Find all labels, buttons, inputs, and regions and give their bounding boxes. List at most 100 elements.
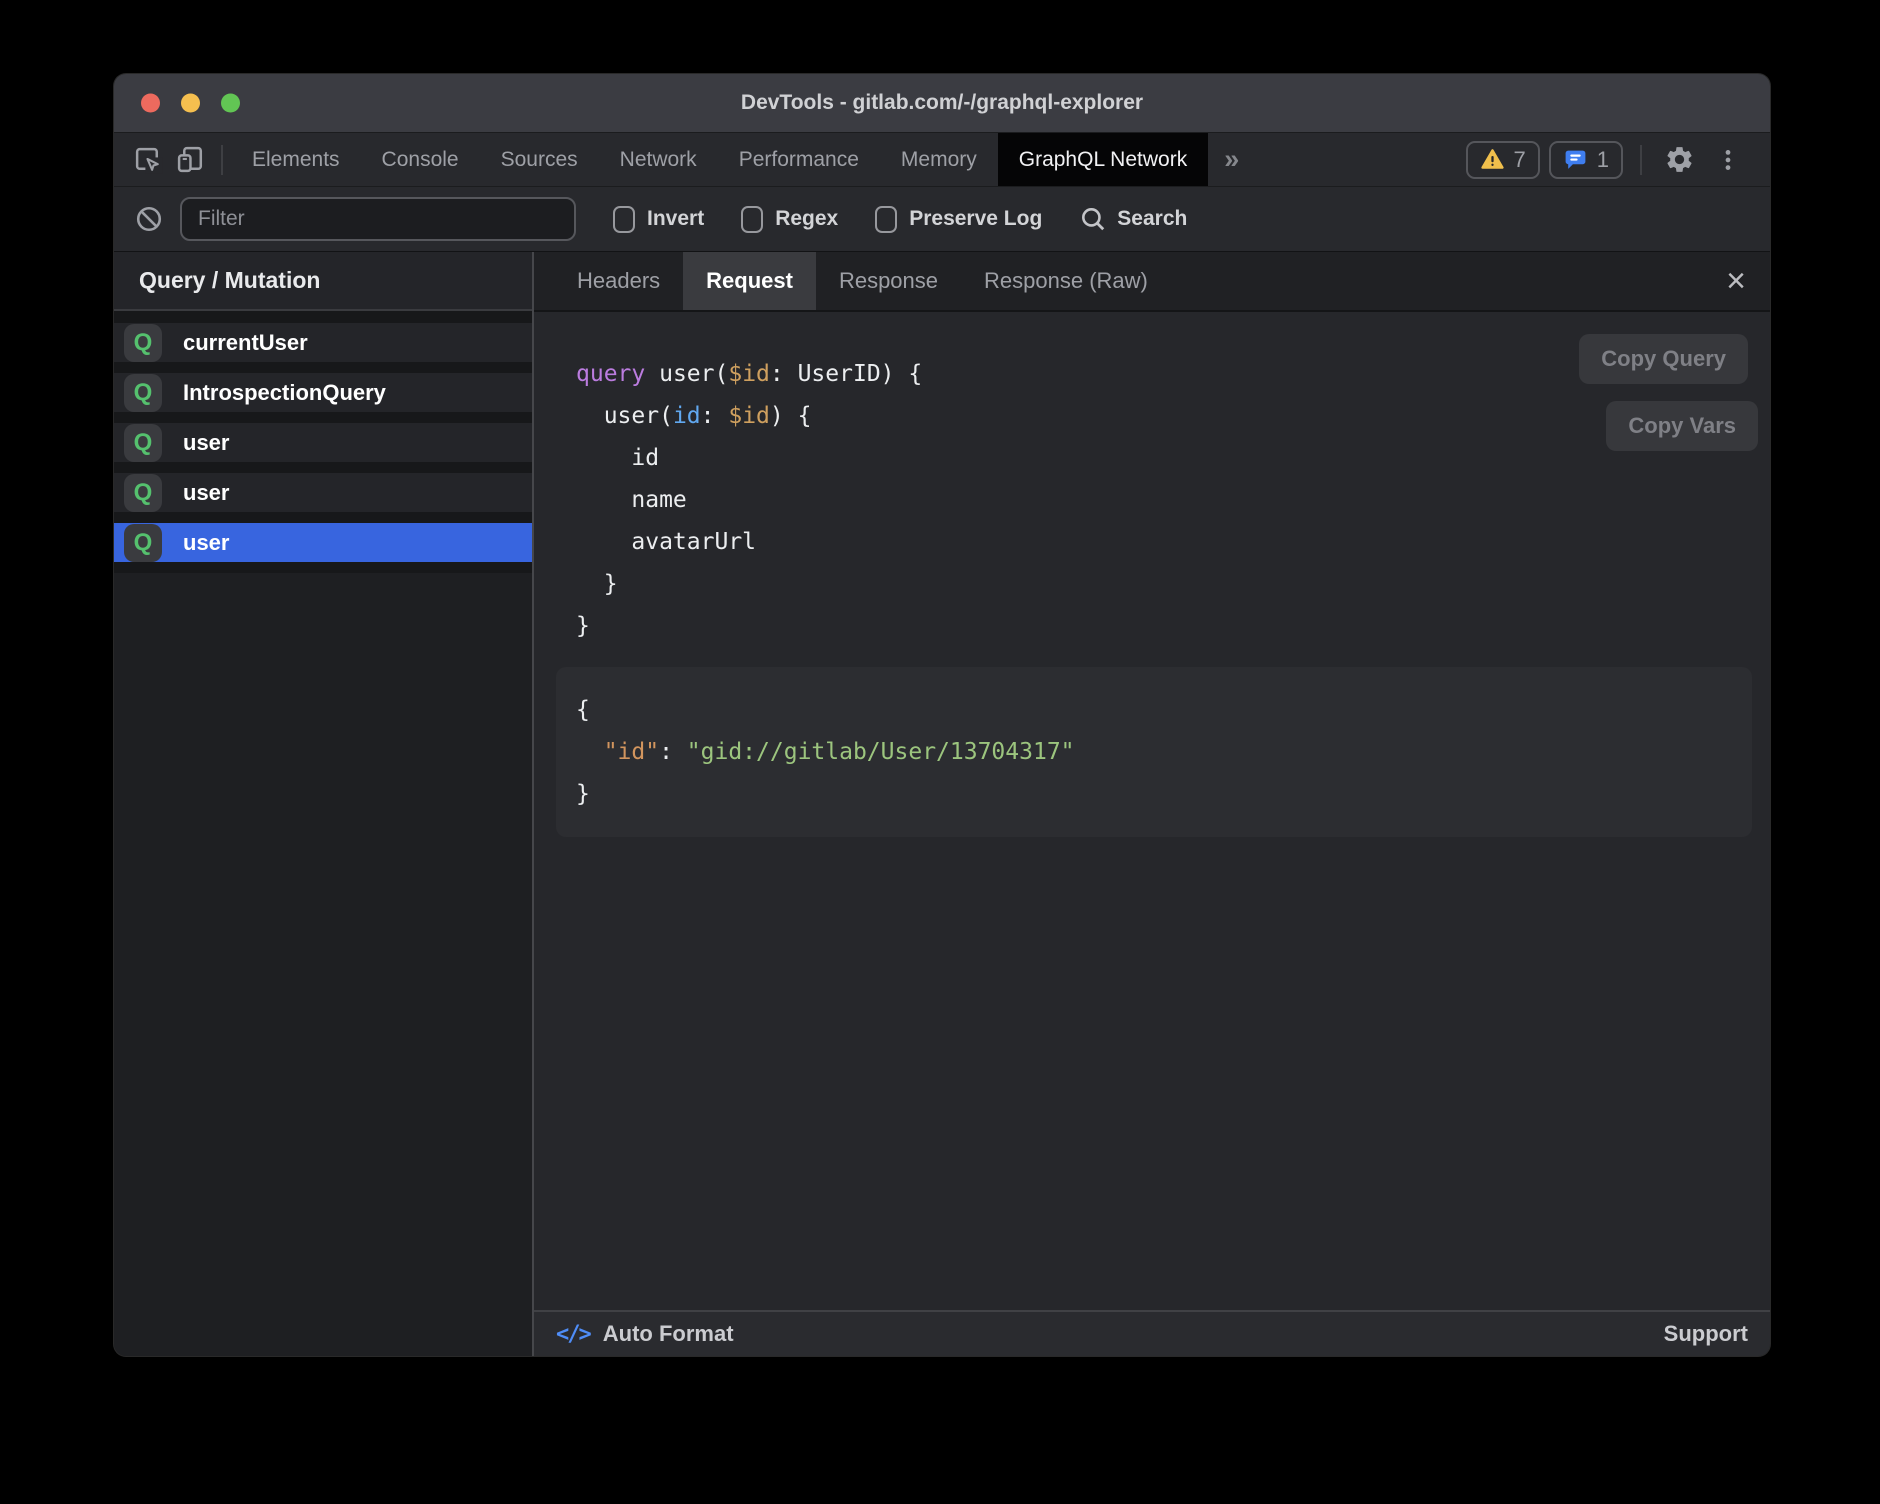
tab-sources[interactable]: Sources bbox=[480, 133, 599, 186]
code-token: : UserID) { bbox=[770, 361, 922, 387]
copy-buttons: Copy Query Copy Vars bbox=[1579, 334, 1748, 451]
query-type-icon: Q bbox=[124, 424, 162, 462]
messages-badge[interactable]: 1 bbox=[1549, 141, 1623, 179]
copy-query-button[interactable]: Copy Query bbox=[1579, 334, 1748, 384]
variables-box: { "id": "gid://gitlab/User/13704317"} bbox=[556, 667, 1752, 837]
settings-gear-icon[interactable] bbox=[1659, 140, 1699, 180]
clear-icon[interactable] bbox=[130, 205, 168, 233]
tab-network[interactable]: Network bbox=[599, 133, 718, 186]
checkbox-label: Preserve Log bbox=[909, 207, 1042, 231]
code-line: { bbox=[576, 689, 1732, 731]
inspect-element-icon[interactable] bbox=[127, 133, 170, 186]
query-list: QcurrentUserQIntrospectionQueryQuserQuse… bbox=[114, 311, 532, 573]
code-line: } bbox=[576, 563, 1770, 605]
support-link[interactable]: Support bbox=[1664, 1321, 1748, 1347]
query-name: user bbox=[183, 430, 229, 456]
code-line: "id": "gid://gitlab/User/13704317" bbox=[576, 731, 1732, 773]
code-token: query bbox=[576, 361, 645, 387]
query-name: user bbox=[183, 480, 229, 506]
panel-statusbar: </> Auto Format Support bbox=[534, 1310, 1770, 1356]
query-list-item[interactable]: Q IntrospectionQuery bbox=[114, 373, 532, 423]
panel-tabs: ElementsConsoleSourcesNetworkPerformance… bbox=[231, 133, 1208, 186]
code-token: name bbox=[576, 487, 687, 513]
tab-headers[interactable]: Headers bbox=[554, 252, 683, 310]
titlebar: DevTools - gitlab.com/-/graphql-explorer bbox=[114, 74, 1770, 132]
query-type-icon: Q bbox=[124, 374, 162, 412]
message-icon bbox=[1563, 147, 1588, 172]
code-token: } bbox=[576, 613, 590, 639]
query-name: IntrospectionQuery bbox=[183, 380, 386, 406]
code-line: } bbox=[576, 773, 1732, 815]
auto-format-button[interactable]: Auto Format bbox=[603, 1321, 734, 1347]
checkbox-invert[interactable]: Invert bbox=[613, 206, 704, 233]
tab-graphql-network[interactable]: GraphQL Network bbox=[998, 133, 1208, 186]
search-control[interactable]: Search bbox=[1079, 205, 1187, 233]
search-label: Search bbox=[1117, 207, 1187, 231]
kebab-menu-icon[interactable] bbox=[1708, 140, 1748, 180]
zoom-window-button[interactable] bbox=[221, 94, 240, 113]
tab-console[interactable]: Console bbox=[361, 133, 480, 186]
filter-input[interactable] bbox=[180, 197, 576, 241]
tab-performance[interactable]: Performance bbox=[718, 133, 880, 186]
close-window-button[interactable] bbox=[141, 94, 160, 113]
code-token bbox=[576, 739, 604, 765]
query-list-item[interactable]: Quser bbox=[114, 423, 532, 473]
variables-json-code: { "id": "gid://gitlab/User/13704317"} bbox=[576, 689, 1732, 815]
code-token: id bbox=[673, 403, 701, 429]
tab-response-raw[interactable]: Response (Raw) bbox=[961, 252, 1171, 310]
code-token: } bbox=[576, 781, 590, 807]
checkbox-box[interactable] bbox=[875, 206, 897, 233]
query-list-item[interactable]: Quser bbox=[114, 473, 532, 523]
more-tabs-icon[interactable]: » bbox=[1208, 133, 1255, 186]
warning-count: 7 bbox=[1514, 147, 1526, 173]
query-type-icon: Q bbox=[124, 524, 162, 562]
toolbar-divider bbox=[221, 145, 223, 175]
tab-elements[interactable]: Elements bbox=[231, 133, 361, 186]
detail-tabs: HeadersRequestResponseResponse (Raw) × bbox=[534, 252, 1770, 312]
code-token: id bbox=[576, 445, 659, 471]
query-list-item[interactable]: Quser bbox=[114, 523, 532, 573]
code-line: name bbox=[576, 479, 1770, 521]
checkbox-box[interactable] bbox=[741, 206, 763, 233]
code-token: "id" bbox=[604, 739, 659, 765]
code-token: user( bbox=[645, 361, 728, 387]
query-list-item[interactable]: QcurrentUser bbox=[114, 323, 532, 373]
traffic-lights bbox=[141, 94, 240, 113]
tab-response[interactable]: Response bbox=[816, 252, 961, 310]
search-icon bbox=[1079, 205, 1107, 233]
devtools-window: DevTools - gitlab.com/-/graphql-explorer bbox=[114, 74, 1770, 1356]
toolbar-divider bbox=[1640, 145, 1642, 175]
minimize-window-button[interactable] bbox=[181, 94, 200, 113]
tab-memory[interactable]: Memory bbox=[880, 133, 998, 186]
filter-toolbar: Invert Regex Preserve Log Search bbox=[114, 186, 1770, 252]
query-name: currentUser bbox=[183, 330, 308, 356]
code-format-icon: </> bbox=[556, 1322, 590, 1347]
code-token: user( bbox=[576, 403, 673, 429]
toolbar-right: 7 1 bbox=[1466, 133, 1771, 186]
checkbox-regex[interactable]: Regex bbox=[741, 206, 838, 233]
detail-tab-strip: HeadersRequestResponseResponse (Raw) bbox=[554, 252, 1171, 310]
warning-icon bbox=[1480, 147, 1505, 172]
code-token: : bbox=[701, 403, 729, 429]
checkbox-box[interactable] bbox=[613, 206, 635, 233]
code-token: : bbox=[659, 739, 687, 765]
query-type-icon: Q bbox=[124, 474, 162, 512]
window-title: DevTools - gitlab.com/-/graphql-explorer bbox=[741, 91, 1143, 115]
checkbox-label: Invert bbox=[647, 207, 704, 231]
copy-vars-button[interactable]: Copy Vars bbox=[1606, 401, 1758, 451]
toolbar-icons bbox=[114, 133, 213, 186]
warnings-badge[interactable]: 7 bbox=[1466, 141, 1540, 179]
filter-checkboxes: Invert Regex Preserve Log bbox=[576, 206, 1042, 233]
checkbox-preserve-log[interactable]: Preserve Log bbox=[875, 206, 1042, 233]
query-list-header: Query / Mutation bbox=[114, 252, 532, 311]
code-token: { bbox=[576, 697, 590, 723]
tab-request[interactable]: Request bbox=[683, 252, 816, 310]
device-toolbar-icon[interactable] bbox=[170, 133, 213, 186]
main-split: Query / Mutation QcurrentUserQIntrospect… bbox=[114, 252, 1770, 1356]
message-count: 1 bbox=[1597, 147, 1609, 173]
code-token: $id bbox=[728, 403, 770, 429]
close-icon[interactable]: × bbox=[1726, 264, 1746, 298]
request-tab-content: Copy Query Copy Vars query user($id: Use… bbox=[534, 312, 1770, 1310]
code-token: ) { bbox=[770, 403, 812, 429]
request-detail-panel: HeadersRequestResponseResponse (Raw) × C… bbox=[534, 252, 1770, 1356]
